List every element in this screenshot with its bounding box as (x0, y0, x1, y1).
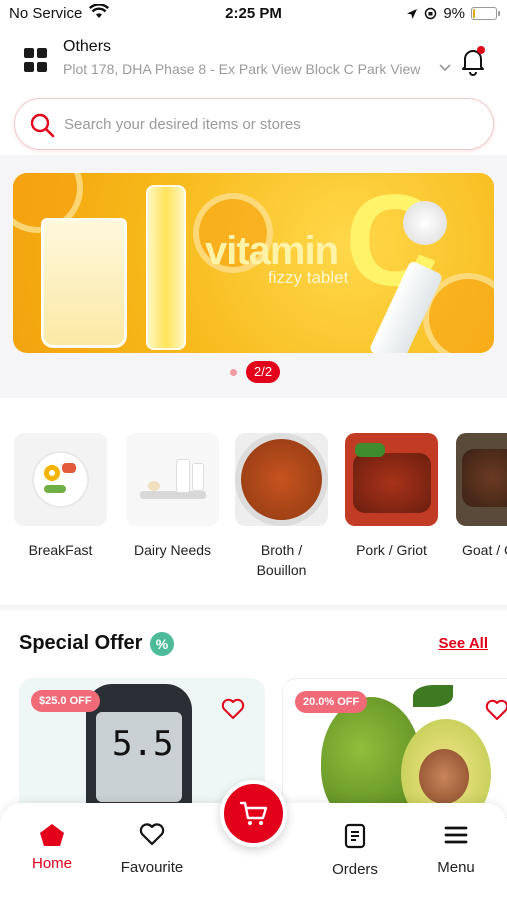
category-thumbnail (14, 433, 107, 526)
location-address[interactable]: Plot 178, DHA Phase 8 - Ex Park View Blo… (63, 61, 428, 77)
category-list: BreakFast Dairy Needs Broth / Bouillon P… (0, 398, 507, 605)
nav-label: Favourite (120, 859, 184, 876)
cart-icon (239, 801, 267, 825)
category-label: BreakFast (28, 542, 93, 558)
discount-badge: $25.0 OFF (31, 690, 100, 712)
pagination-counter: 2/2 (246, 361, 281, 383)
category-label: Goat / C (462, 542, 507, 558)
cart-button[interactable] (220, 780, 287, 847)
nav-home[interactable]: Home (7, 823, 97, 872)
offer-card[interactable]: 20.0% OFF (282, 678, 507, 818)
percent-badge-icon: % (150, 632, 174, 656)
nav-menu[interactable]: Menu (411, 823, 501, 876)
battery-percent: 9% (443, 5, 465, 22)
category-item-breakfast[interactable]: BreakFast (14, 433, 107, 560)
category-thumbnail (345, 433, 438, 526)
promo-banner[interactable]: vitamin C fizzy tablet (13, 173, 494, 353)
tablet-image (403, 201, 447, 245)
heart-icon[interactable] (221, 698, 245, 720)
chevron-down-icon[interactable] (438, 60, 452, 74)
hamburger-menu-icon (444, 826, 468, 844)
search-icon (30, 113, 55, 138)
category-item-pork[interactable]: Pork / Griot (345, 433, 438, 560)
category-label: Dairy Needs (133, 542, 212, 558)
search-placeholder: Search your desired items or stores (64, 116, 301, 133)
banner-pagination: 2/2 (230, 361, 281, 383)
battery-level (473, 9, 475, 18)
home-icon (40, 824, 64, 846)
heart-icon[interactable] (485, 699, 507, 721)
pagination-dot[interactable] (230, 368, 237, 376)
leaf-image (413, 685, 453, 707)
header: Others Plot 178, DHA Phase 8 - Ex Park V… (0, 28, 507, 155)
section-title: Special Offer (19, 632, 143, 654)
banner-subtitle: fizzy tablet (268, 268, 349, 287)
glass-image (41, 218, 127, 348)
category-thumbnail (456, 433, 507, 526)
lock-rotation-icon (425, 7, 437, 20)
category-item-broth[interactable]: Broth / Bouillon (235, 433, 328, 580)
heart-icon (139, 823, 165, 846)
discount-badge: 20.0% OFF (295, 691, 368, 713)
battery-icon (471, 7, 500, 20)
location-title[interactable]: Others (63, 38, 111, 56)
category-label: Broth / Bouillon (256, 542, 307, 578)
category-label: Pork / Griot (356, 542, 427, 558)
tablet-tube-image (146, 185, 186, 350)
nav-favourite[interactable]: Favourite (107, 823, 197, 876)
nav-label: Home (31, 855, 72, 872)
nav-label: Orders (332, 861, 378, 878)
category-item-goat[interactable]: Goat / C (456, 433, 507, 560)
categories-grid-icon[interactable] (24, 48, 48, 72)
nav-label: Menu (437, 859, 475, 876)
search-input[interactable]: Search your desired items or stores (14, 98, 494, 150)
category-thumbnail (126, 433, 219, 526)
location-arrow-icon (407, 8, 418, 19)
glucose-meter-image: 5.5 (86, 684, 192, 818)
category-item-dairy[interactable]: Dairy Needs (126, 433, 219, 560)
device-reading: 5.5 (112, 724, 174, 764)
orders-document-icon (344, 823, 366, 849)
bottom-navigation: Home Favourite Orders Menu (0, 780, 507, 900)
notification-bell-icon[interactable] (459, 46, 487, 81)
see-all-link[interactable]: See All (439, 635, 488, 652)
status-bar: No Service 2:25 PM 9% (0, 0, 507, 28)
nav-orders[interactable]: Orders (310, 823, 400, 878)
category-thumbnail (235, 433, 328, 526)
